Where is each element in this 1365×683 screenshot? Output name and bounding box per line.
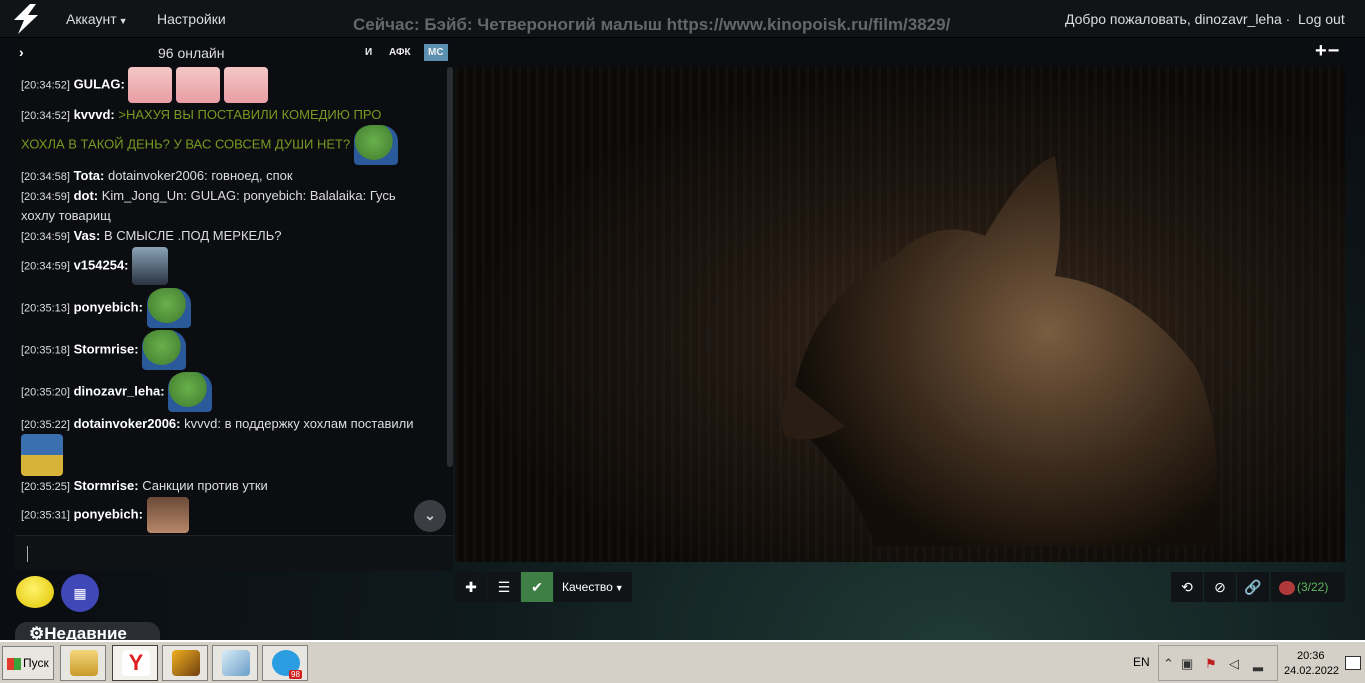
taskbar-yandex-browser[interactable]: Y xyxy=(112,645,158,681)
link-icon: 🔗 xyxy=(1244,579,1262,595)
ban-icon: ⊘ xyxy=(1214,579,1226,595)
network-signal-icon[interactable]: ▂ xyxy=(1253,656,1263,672)
vote-skip-button[interactable]: (3/22) xyxy=(1271,572,1345,602)
anime-emote-icon xyxy=(128,67,173,103)
chevron-down-icon: ▼ xyxy=(614,583,624,593)
taskbar-telegram[interactable]: 98 xyxy=(262,645,308,681)
quality-dropdown[interactable]: Качество ▼ xyxy=(554,572,632,602)
unread-badge: 98 xyxy=(289,670,302,679)
chat-message: [20:34:58] Tota: dotainvoker2006: говное… xyxy=(21,168,293,183)
clock-date[interactable]: 24.02.2022 xyxy=(1284,665,1339,677)
folder-icon xyxy=(70,650,98,676)
start-button[interactable]: Пуск xyxy=(2,646,54,680)
settings-link[interactable]: Настройки xyxy=(157,11,226,27)
block-button[interactable]: ⊘ xyxy=(1204,572,1236,602)
ignore-button[interactable]: И xyxy=(361,44,376,61)
action-center-icon[interactable]: ⚑ xyxy=(1205,656,1217,672)
language-indicator[interactable]: EN xyxy=(1133,655,1150,669)
chat-message: [20:35:20] dinozavr_leha: xyxy=(21,372,441,412)
chat-message: [20:34:52] GULAG: xyxy=(21,67,441,103)
notepad-icon xyxy=(222,650,250,676)
clock-time[interactable]: 20:36 xyxy=(1297,650,1325,662)
plus-icon: ✚ xyxy=(465,579,477,595)
reload-button[interactable]: ⟲ xyxy=(1171,572,1203,602)
windows-taskbar: Пуск Y 98 EN ⌃ ▣ ⚑ ◁ ▂ 20:36 24.02.2022 xyxy=(0,640,1365,683)
chat-message: [20:35:25] Stormrise: Санкции против утк… xyxy=(21,478,268,493)
man-in-suit-emote-icon xyxy=(132,247,169,285)
chat-message-continued: ХОХЛА В ТАКОЙ ДЕНЬ? У ВАС СОВСЕМ ДУШИ НЕ… xyxy=(21,125,441,165)
list-icon: ☰ xyxy=(497,579,511,595)
sync-button[interactable]: ✔ xyxy=(521,572,553,602)
vote-icon xyxy=(1279,580,1295,595)
lightning-logo-icon[interactable] xyxy=(8,2,46,36)
check-icon: ✔ xyxy=(531,579,543,595)
chat-message: [20:35:31] ponyebich: xyxy=(21,497,441,533)
pepe-emote-icon xyxy=(168,372,213,412)
mc-button[interactable]: МС xyxy=(424,44,448,61)
logout-link[interactable]: Log out xyxy=(1298,11,1345,27)
system-tray: ⌃ ▣ ⚑ ◁ ▂ xyxy=(1158,645,1278,681)
chat-messages[interactable]: [20:34:52] GULAG: [20:34:52] kvvvd: >НАХ… xyxy=(15,63,453,535)
taskbar-notepad[interactable] xyxy=(212,645,258,681)
add-video-button[interactable]: ✚ xyxy=(455,572,487,602)
pepe-sad-emote-icon xyxy=(146,288,191,328)
zoom-controls[interactable]: +− xyxy=(1315,40,1340,63)
taskbar-winamp[interactable] xyxy=(162,645,208,681)
pepe-emote-icon xyxy=(353,125,398,165)
anime-emote-icon xyxy=(223,67,268,103)
face-emote-icon xyxy=(146,497,189,533)
online-count: 96 онлайн xyxy=(158,45,225,61)
chat-message: [20:35:13] ponyebich: xyxy=(21,288,441,328)
top-navbar: Аккаунт ▼ Настройки Сейчас: Бэйб: Четверо… xyxy=(0,0,1365,38)
chat-message: [20:35:22] dotainvoker2006: kvvvd: в под… xyxy=(21,416,414,431)
chat-message: [20:34:59] dot: Kim_Jong_Un: GULAG: pony… xyxy=(21,188,396,203)
notification-icon[interactable] xyxy=(1345,656,1361,670)
chevron-down-icon: ⌄ xyxy=(424,507,436,523)
link-button[interactable]: 🔗 xyxy=(1237,572,1269,602)
video-frame-pig-image xyxy=(781,156,1218,546)
text-caret xyxy=(27,546,28,562)
volume-icon[interactable]: ◁ xyxy=(1229,656,1239,672)
ukraine-flag-emote-icon xyxy=(21,434,63,476)
account-menu[interactable]: Аккаунт ▼ xyxy=(66,11,128,27)
afk-button[interactable]: АФК xyxy=(385,44,415,61)
chat-message-continued xyxy=(21,434,441,476)
pepe-grin-emote-icon xyxy=(142,330,187,370)
taskbar-explorer[interactable] xyxy=(60,645,106,681)
emote-picker-smiley-icon[interactable] xyxy=(16,576,54,608)
welcome-text: Добро пожаловать, dinozavr_leha · xyxy=(1065,11,1291,27)
chat-message: [20:34:59] v154254: xyxy=(21,247,441,285)
chat-message: [20:35:18] Stormrise: xyxy=(21,330,441,370)
windows-logo-icon xyxy=(7,657,21,670)
usb-device-icon[interactable]: ▣ xyxy=(1181,656,1193,672)
video-player[interactable] xyxy=(455,66,1345,562)
now-playing-title: Сейчас: Бэйб: Четвероногий малыш https:/… xyxy=(353,15,951,34)
chat-message-continued: хохлу товарищ xyxy=(21,208,111,223)
anime-emote-icon xyxy=(176,67,221,103)
chat-header: › 96 онлайн И АФК МС xyxy=(15,43,453,63)
winamp-icon xyxy=(172,650,200,676)
playlist-button[interactable]: ☰ xyxy=(488,572,520,602)
chat-scrollbar[interactable] xyxy=(447,67,453,467)
chevron-up-icon[interactable]: ⌃ xyxy=(1163,656,1174,672)
refresh-icon: ⟲ xyxy=(1181,579,1193,595)
yandex-browser-icon: Y xyxy=(122,650,150,676)
chevron-right-icon[interactable]: › xyxy=(19,44,24,60)
chat-message: [20:34:52] kvvvd: >НАХУЯ ВЫ ПОСТАВИЛИ КО… xyxy=(21,107,382,122)
chat-message: [20:34:59] Vas: В СМЫСЛЕ .ПОД МЕРКЕЛЬ? xyxy=(21,228,282,243)
player-top-bar xyxy=(455,43,1345,66)
scroll-down-button[interactable]: ⌄ xyxy=(414,500,446,532)
chat-input[interactable] xyxy=(15,535,453,571)
grid-menu-icon[interactable]: ▦ xyxy=(61,574,99,612)
chevron-down-icon: ▼ xyxy=(118,16,128,26)
